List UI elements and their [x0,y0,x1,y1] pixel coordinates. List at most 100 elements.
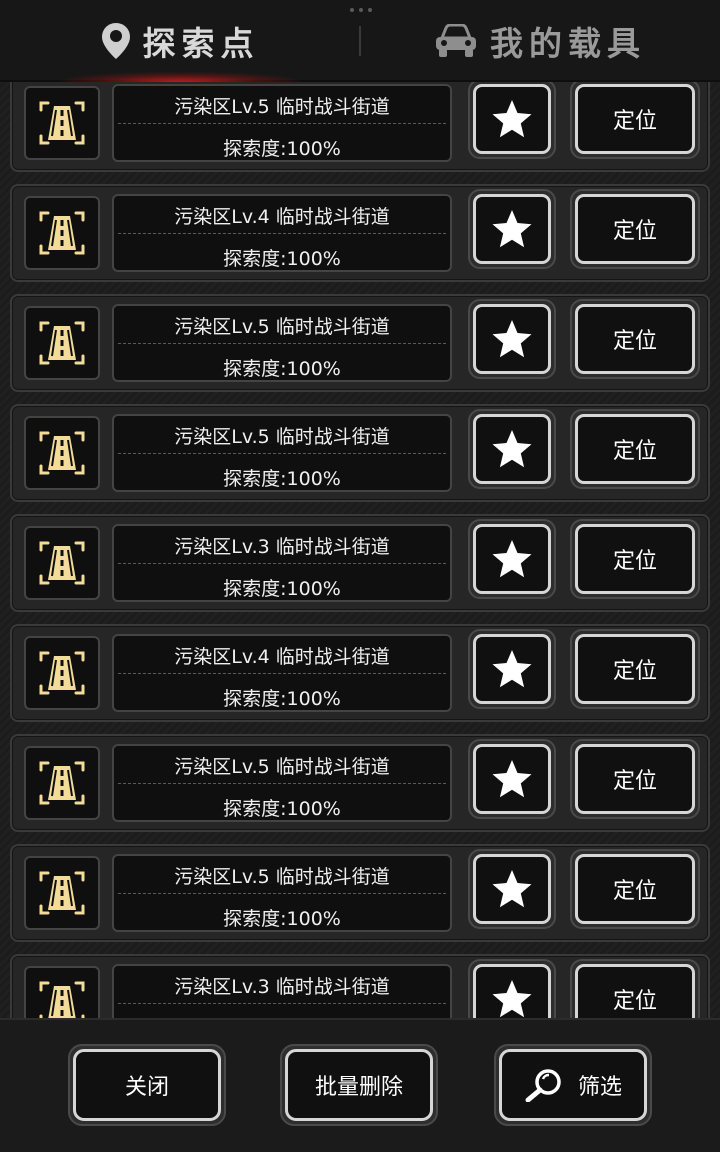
star-icon [492,760,532,798]
zone-icon-box [24,636,100,710]
exploration-progress: 探索度:100% [223,908,341,930]
list-item: 污染区Lv.3 临时战斗街道 探索度:100% 定位 [10,514,710,612]
car-icon [436,24,476,57]
close-button-label: 关闭 [73,1049,221,1121]
favorite-button-face [473,964,551,1018]
locate-button-label: 定位 [575,634,695,704]
tab-my-vehicles[interactable]: 我的载具 [360,0,720,82]
magnifier-icon [525,1069,561,1102]
exploration-progress: 探索度:100% [223,688,341,710]
road-street-icon [39,651,85,695]
filter-button[interactable]: 筛选 [494,1044,652,1126]
list-item: 污染区Lv.5 临时战斗街道 探索度:100% 定位 [10,734,710,832]
info-divider [118,343,446,344]
favorite-button[interactable] [468,82,556,159]
locate-button[interactable]: 定位 [570,519,700,599]
locate-button[interactable]: 定位 [570,629,700,709]
info-divider [118,893,446,894]
favorite-button[interactable] [468,299,556,379]
zone-icon-box [24,196,100,270]
favorite-button[interactable] [468,409,556,489]
locate-button-label: 定位 [575,414,695,484]
zone-icon-box [24,746,100,820]
zone-icon-box [24,856,100,930]
info-divider [118,563,446,564]
zone-title: 污染区Lv.5 临时战斗街道 [174,316,390,338]
locate-button[interactable]: 定位 [570,299,700,379]
locate-button-label: 定位 [575,744,695,814]
favorite-button[interactable] [468,739,556,819]
favorite-button[interactable] [468,959,556,1018]
favorite-button[interactable] [468,519,556,599]
locate-button[interactable]: 定位 [570,959,700,1018]
locate-button[interactable]: 定位 [570,409,700,489]
zone-info-panel: 污染区Lv.5 临时战斗街道 探索度:100% [112,854,452,932]
zone-icon-box [24,416,100,490]
tab-label: 探索点 [142,24,260,63]
top-tab-bar: 探索点 我的载具 [0,0,720,82]
bottom-action-bar: 关闭 批量删除 筛选 [0,1018,720,1152]
locate-button-label: 定位 [575,964,695,1018]
zone-info-panel: 污染区Lv.5 临时战斗街道 探索度:100% [112,744,452,822]
favorite-button[interactable] [468,849,556,929]
locate-button[interactable]: 定位 [570,739,700,819]
list-item: 污染区Lv.3 临时战斗街道 探索度:100% 定位 [10,954,710,1018]
zone-info-panel: 污染区Lv.3 临时战斗街道 探索度:100% [112,524,452,602]
batch-delete-button[interactable]: 批量删除 [280,1044,438,1126]
road-street-icon [39,211,85,255]
road-street-icon [39,871,85,915]
info-divider [118,123,446,124]
info-divider [118,233,446,234]
locate-button-label: 定位 [575,194,695,264]
zone-info-panel: 污染区Lv.5 临时战斗街道 探索度:100% [112,84,452,162]
star-icon [492,100,532,138]
locate-button-label: 定位 [575,854,695,924]
batch-delete-button-label: 批量删除 [285,1049,433,1121]
filter-button-label: 筛选 [577,1075,622,1100]
star-icon [492,870,532,908]
list-item: 污染区Lv.5 临时战斗街道 探索度:100% 定位 [10,404,710,502]
zone-info-panel: 污染区Lv.5 临时战斗街道 探索度:100% [112,304,452,382]
locate-button[interactable]: 定位 [570,849,700,929]
exploration-progress: 探索度:100% [223,578,341,600]
list-item: 污染区Lv.5 临时战斗街道 探索度:100% 定位 [10,82,710,172]
info-divider [118,453,446,454]
info-divider [118,1003,446,1004]
zone-title: 污染区Lv.3 临时战斗街道 [174,536,390,558]
favorite-button-face [473,524,551,594]
location-pin-icon [101,23,130,59]
tab-exploration-points[interactable]: 探索点 [0,0,360,82]
zone-title: 污染区Lv.4 临时战斗街道 [174,646,390,668]
road-street-icon [39,761,85,805]
list-item: 污染区Lv.4 临时战斗街道 探索度:100% 定位 [10,624,710,722]
zone-title: 污染区Lv.5 临时战斗街道 [174,756,390,778]
favorite-button[interactable] [468,189,556,269]
zone-title: 污染区Lv.5 临时战斗街道 [174,426,390,448]
locate-button[interactable]: 定位 [570,189,700,269]
exploration-progress: 探索度:100% [223,248,341,270]
tab-label: 我的载具 [490,24,646,63]
list-item: 污染区Lv.4 临时战斗街道 探索度:100% 定位 [10,184,710,282]
zone-info-panel: 污染区Lv.4 临时战斗街道 探索度:100% [112,194,452,272]
favorite-button-face [473,414,551,484]
close-button[interactable]: 关闭 [68,1044,226,1126]
zone-info-panel: 污染区Lv.5 临时战斗街道 探索度:100% [112,414,452,492]
exploration-progress: 探索度:100% [223,138,341,160]
favorite-button-face [473,744,551,814]
road-street-icon [39,981,85,1018]
locate-button[interactable]: 定位 [570,82,700,159]
exploration-progress: 探索度:100% [223,468,341,490]
zone-icon-box [24,86,100,160]
exploration-point-list[interactable]: 污染区Lv.5 临时战斗街道 探索度:100% 定位 污染区Lv.4 临时战斗街… [0,82,720,1018]
star-icon [492,430,532,468]
zone-icon-box [24,526,100,600]
zone-info-panel: 污染区Lv.4 临时战斗街道 探索度:100% [112,634,452,712]
zone-icon-box [24,306,100,380]
road-street-icon [39,101,85,145]
locate-button-label: 定位 [575,84,695,154]
star-icon [492,650,532,688]
favorite-button[interactable] [468,629,556,709]
locate-button-label: 定位 [575,304,695,374]
star-icon [492,980,532,1018]
favorite-button-face [473,84,551,154]
